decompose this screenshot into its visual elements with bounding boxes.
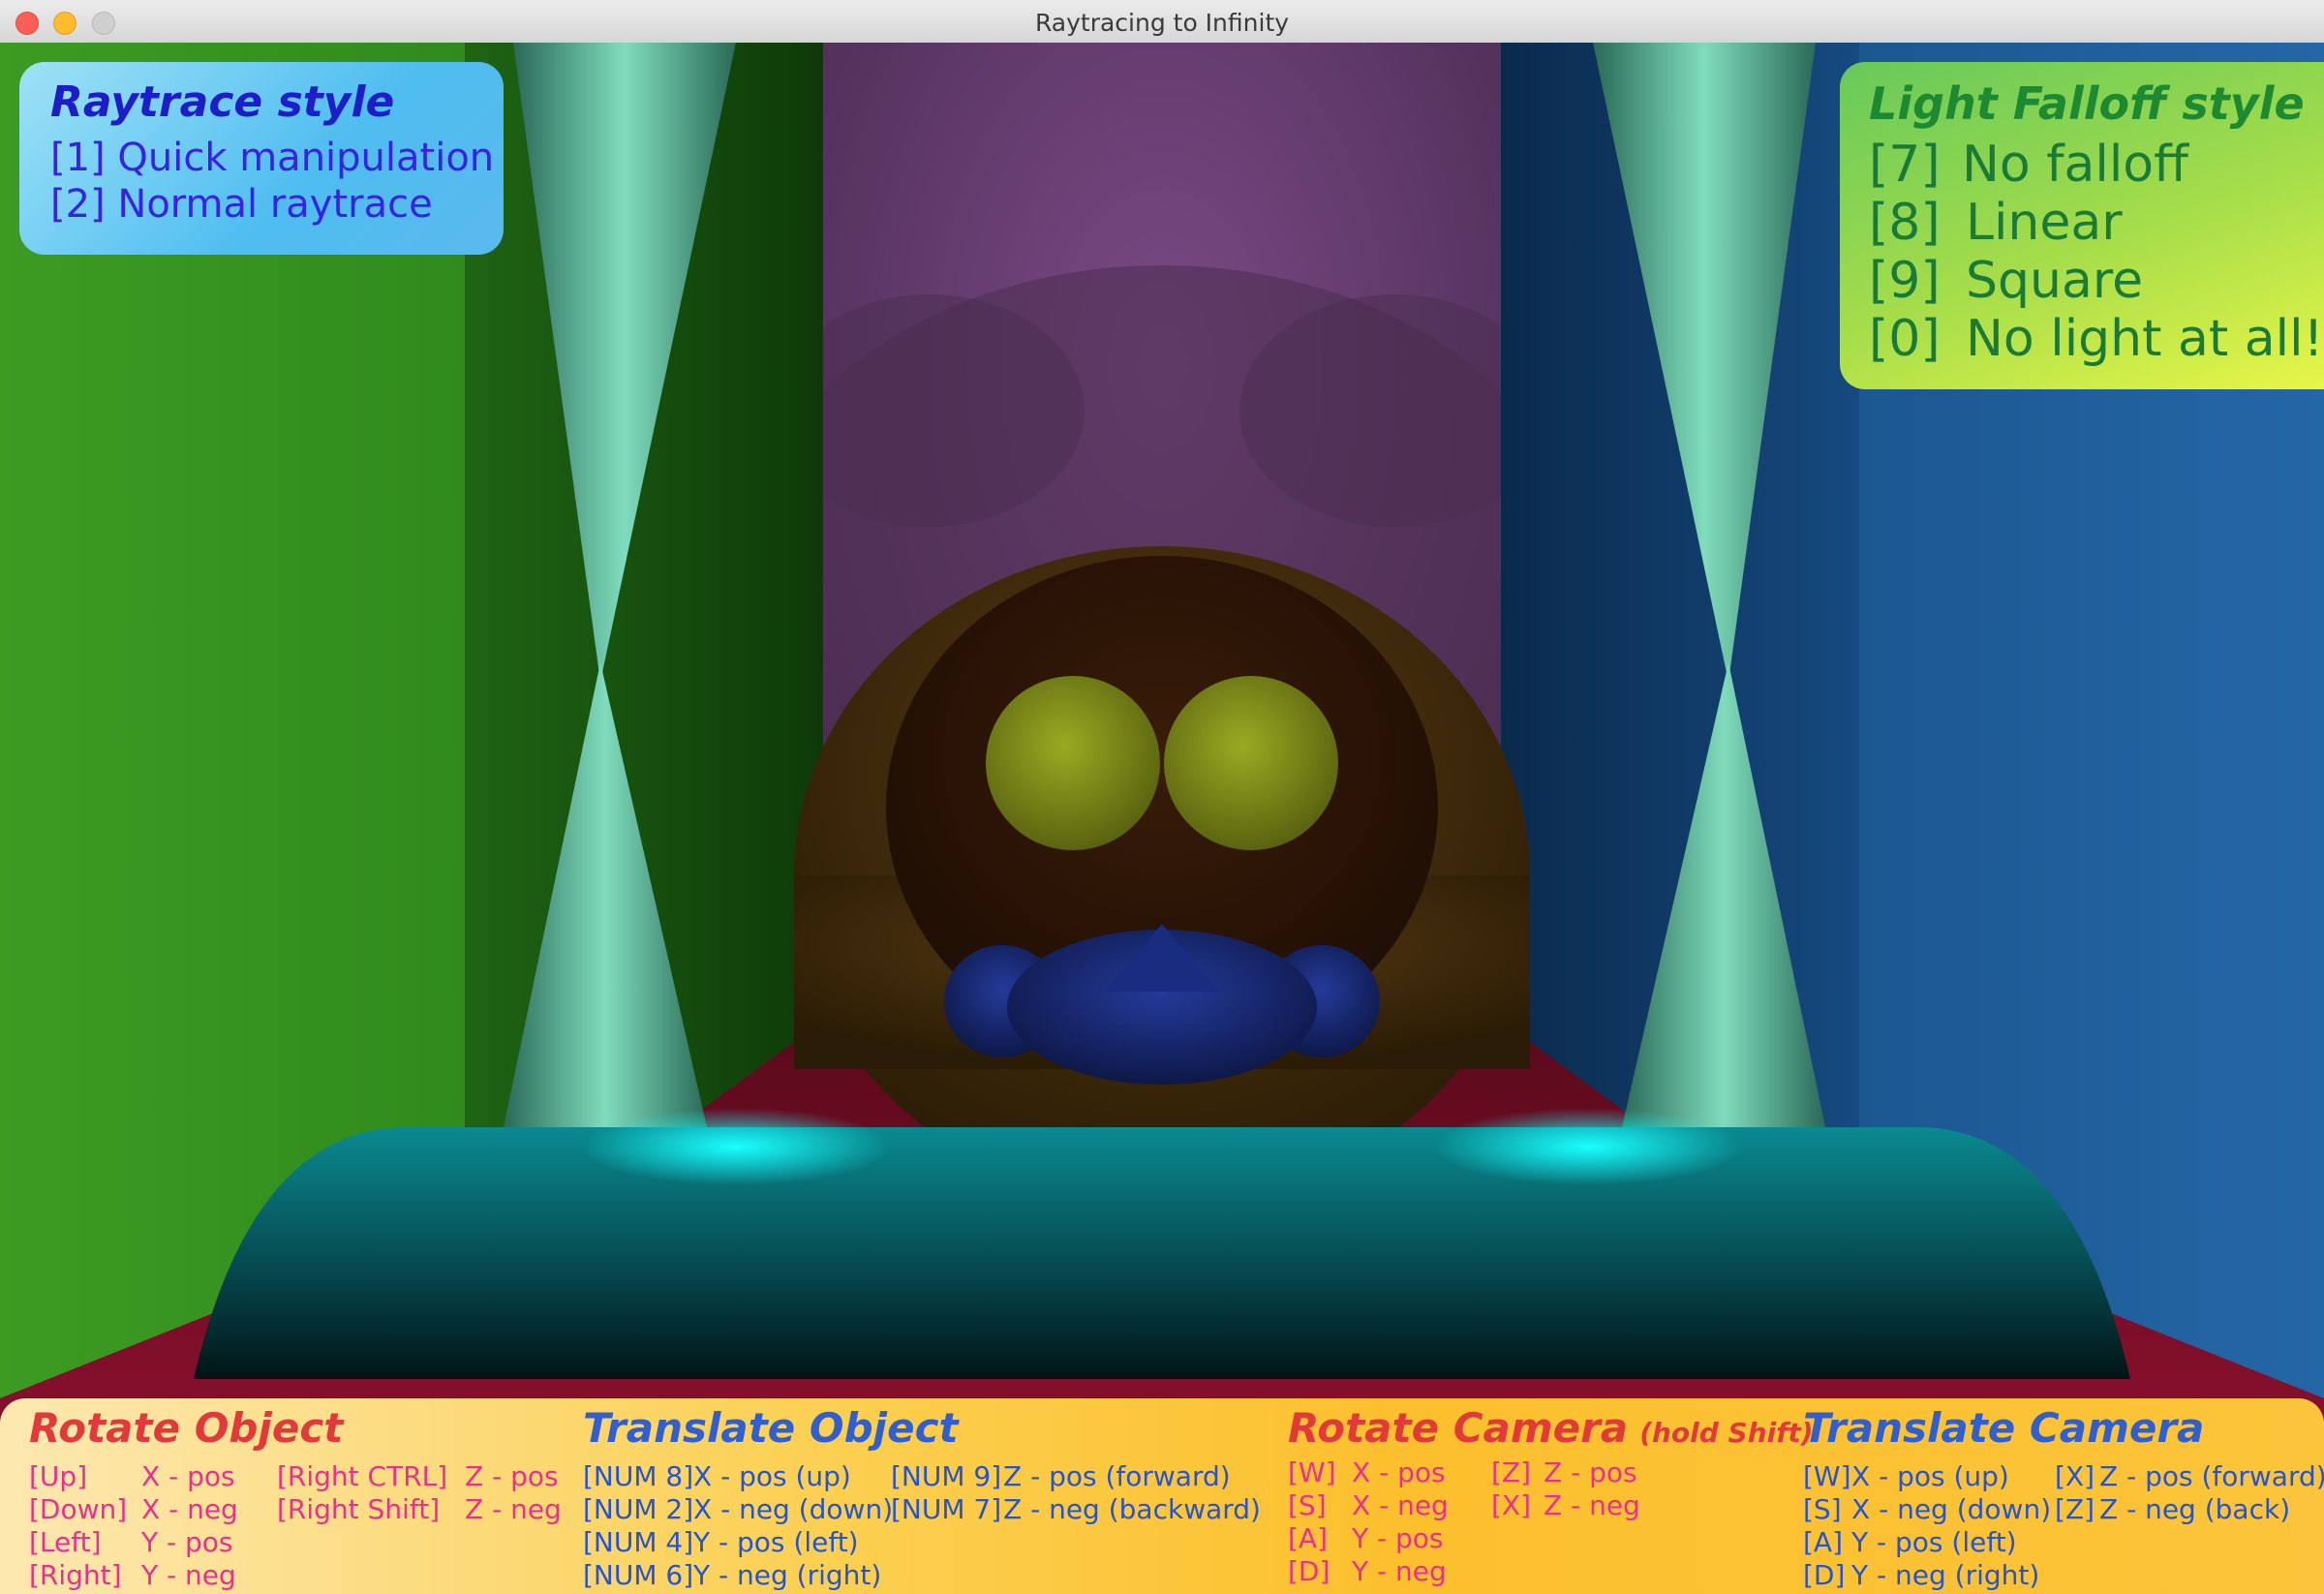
light-falloff-panel: Light Falloff style [7] No falloff [8] L… — [1840, 62, 2324, 389]
key-label: [Right] — [29, 1559, 122, 1591]
key-label: [Z] — [1491, 1456, 1532, 1488]
cushion-highlight-left — [581, 1108, 891, 1185]
controls-help-panel: Rotate Object [Up] X - pos [Down] X - ne… — [0, 1398, 2324, 1594]
rotate-camera-note: (hold Shift) — [1639, 1417, 1814, 1449]
action-label: Z - neg (back) — [2099, 1493, 2291, 1525]
action-label: Z - neg — [1544, 1489, 1640, 1521]
key-label: [S] — [1288, 1489, 1327, 1521]
action-label: Y - pos — [1352, 1522, 1444, 1554]
action-label: Y - pos (left) — [1851, 1526, 2017, 1558]
action-label: Z - pos — [1544, 1456, 1637, 1488]
render-viewport[interactable]: Raytrace style [1] Quick manipulation [2… — [0, 43, 2324, 1594]
falloff-option-key: [8] — [1869, 194, 1941, 252]
key-label: [NUM 7] — [891, 1493, 1002, 1525]
key-label: [W] — [1803, 1460, 1851, 1492]
key-label: [Z] — [2055, 1493, 2095, 1525]
key-label: [NUM 4] — [583, 1526, 694, 1558]
action-label: Z - pos — [465, 1460, 559, 1492]
action-label: X - pos — [141, 1460, 235, 1492]
owl-eye-right — [1164, 676, 1338, 850]
action-label: Z - pos (forward) — [2099, 1460, 2324, 1492]
key-label: [X] — [2055, 1460, 2095, 1492]
key-label: [NUM 8] — [583, 1460, 694, 1492]
raytrace-option-key: [1] — [50, 136, 106, 180]
light-falloff-title: Light Falloff style — [1869, 77, 2305, 130]
key-label: [A] — [1288, 1522, 1329, 1554]
falloff-option-key: [9] — [1869, 252, 1941, 310]
owl-eye-left — [986, 676, 1160, 850]
key-label: [W] — [1288, 1456, 1336, 1488]
action-label: Z - neg — [465, 1493, 562, 1525]
cushion-highlight-right — [1433, 1108, 1743, 1185]
raytrace-style-panel: Raytrace style [1] Quick manipulation [2… — [19, 62, 504, 255]
falloff-option-label: Square — [1966, 252, 2144, 310]
window-titlebar: Raytracing to Infinity — [0, 0, 2324, 44]
raytrace-option-label: Quick manipulation — [117, 136, 495, 180]
action-label: Y - neg (right) — [1851, 1559, 2040, 1591]
action-label: X - pos (up) — [1851, 1460, 2009, 1492]
action-label: X - neg — [141, 1493, 238, 1525]
key-label: [X] — [1491, 1489, 1532, 1521]
falloff-option-key: [0] — [1869, 310, 1941, 368]
falloff-option-label: No light at all! — [1966, 310, 2324, 368]
action-label: X - pos (up) — [693, 1460, 851, 1492]
action-label: Y - neg — [1352, 1555, 1447, 1587]
key-label: [Down] — [29, 1493, 128, 1525]
key-label: [Up] — [29, 1460, 88, 1492]
translate-object-title: Translate Object — [583, 1404, 959, 1452]
key-label: [NUM 2] — [583, 1493, 694, 1525]
key-label: [S] — [1803, 1493, 1842, 1525]
cushion — [194, 1127, 2130, 1379]
action-label: X - neg (down) — [1851, 1493, 2052, 1525]
key-label: [Right CTRL] — [277, 1460, 448, 1492]
rotate-camera-title-text: Rotate Camera — [1288, 1404, 1629, 1452]
key-label: [D] — [1288, 1555, 1330, 1587]
translate-camera-title: Translate Camera — [1803, 1404, 2205, 1452]
action-label: Y - pos (left) — [693, 1526, 859, 1558]
raytrace-option-label: Normal raytrace — [117, 182, 433, 227]
action-label: Z - pos (forward) — [1003, 1460, 1231, 1492]
key-label: [Right Shift] — [277, 1493, 441, 1525]
window-title: Raytracing to Infinity — [1034, 9, 1290, 37]
key-label: [Left] — [29, 1526, 102, 1558]
rotate-camera-title: Rotate Camera (hold Shift) — [1288, 1404, 1814, 1452]
raytrace-option-quick[interactable]: [1] Quick manipulation — [50, 136, 494, 180]
action-label: Y - neg (right) — [693, 1559, 882, 1591]
key-label: [A] — [1803, 1526, 1844, 1558]
action-label: Y - neg — [141, 1559, 236, 1591]
raytrace-option-normal[interactable]: [2] Normal raytrace — [50, 182, 433, 227]
falloff-option-label: No falloff — [1962, 136, 2188, 194]
action-label: Z - neg (backward) — [1003, 1493, 1261, 1525]
raytrace-option-key: [2] — [50, 182, 106, 227]
action-label: Y - pos — [141, 1526, 233, 1558]
rotate-object-title: Rotate Object — [29, 1404, 344, 1452]
action-label: X - neg — [1352, 1489, 1449, 1521]
falloff-option-label: Linear — [1966, 194, 2123, 252]
key-label: [D] — [1803, 1559, 1846, 1591]
raytrace-style-title: Raytrace style — [50, 77, 395, 127]
key-label: [NUM 9] — [891, 1460, 1002, 1492]
key-label: [NUM 6] — [583, 1559, 694, 1591]
action-label: X - neg (down) — [693, 1493, 894, 1525]
falloff-option-key: [7] — [1869, 136, 1941, 194]
action-label: X - pos — [1352, 1456, 1446, 1488]
